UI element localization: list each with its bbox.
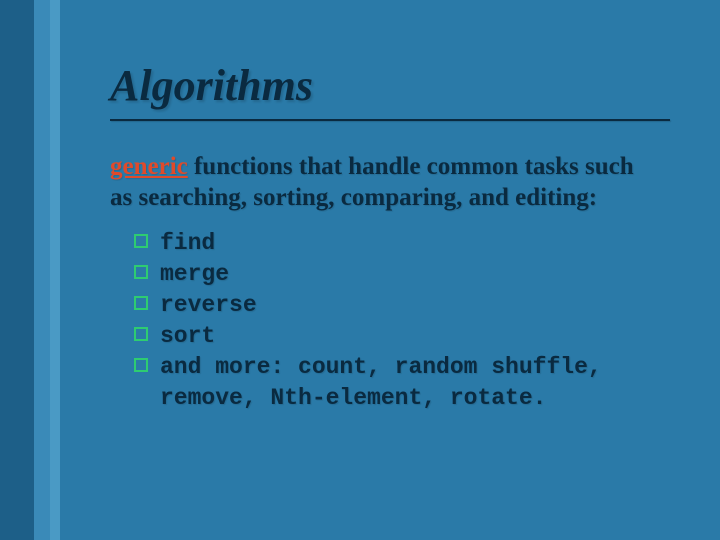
title-underline	[110, 119, 670, 121]
list-item: reverse	[134, 290, 660, 321]
list-item: merge	[134, 259, 660, 290]
list-item: find	[134, 228, 660, 259]
slide-title: Algorithms	[110, 60, 660, 111]
slide: Algorithms generic functions that handle…	[0, 0, 720, 540]
bullet-list: find merge reverse sort and more: count,…	[134, 228, 660, 414]
list-item: sort	[134, 321, 660, 352]
accent-bar	[0, 0, 68, 540]
body-text: generic functions that handle common tas…	[110, 151, 660, 214]
list-item: and more: count, random shuffle, remove,…	[134, 352, 660, 414]
generic-keyword: generic	[110, 153, 188, 180]
body-rest: functions that handle common tasks such …	[110, 153, 634, 211]
